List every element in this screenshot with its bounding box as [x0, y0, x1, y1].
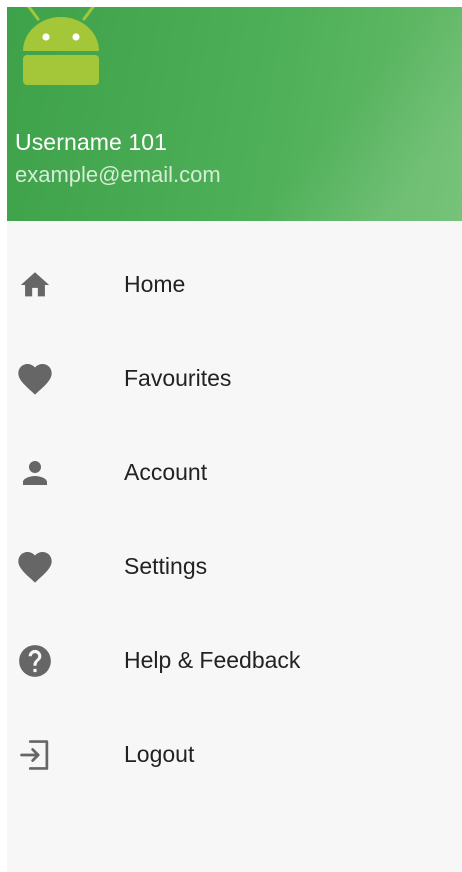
android-icon[interactable]: [21, 7, 101, 85]
logout-icon: [15, 735, 55, 775]
username-text: Username 101: [15, 129, 168, 155]
drawer-menu: Home Favourites Account Settings Help &: [7, 237, 462, 801]
menu-item-account[interactable]: Account: [7, 425, 462, 519]
menu-item-label: Help & Feedback: [124, 647, 301, 673]
email-text: example@email.com: [15, 162, 221, 187]
menu-item-label: Account: [124, 459, 208, 485]
menu-item-label: Home: [124, 271, 186, 297]
heart-icon: [15, 359, 55, 399]
menu-item-home[interactable]: Home: [7, 237, 462, 331]
menu-item-logout[interactable]: Logout: [7, 707, 462, 801]
navigation-drawer: Username 101 example@email.com Home Favo…: [7, 7, 462, 872]
menu-item-label: Favourites: [124, 365, 232, 391]
help-icon: [15, 641, 55, 681]
menu-item-help-feedback[interactable]: Help & Feedback: [7, 613, 462, 707]
menu-item-favourites[interactable]: Favourites: [7, 331, 462, 425]
menu-item-label: Logout: [124, 741, 195, 767]
menu-item-settings[interactable]: Settings: [7, 519, 462, 613]
person-icon: [15, 453, 55, 493]
heart-icon: [15, 547, 55, 587]
home-icon: [15, 265, 55, 305]
drawer-header: Username 101 example@email.com: [7, 7, 462, 221]
menu-item-label: Settings: [124, 553, 208, 579]
